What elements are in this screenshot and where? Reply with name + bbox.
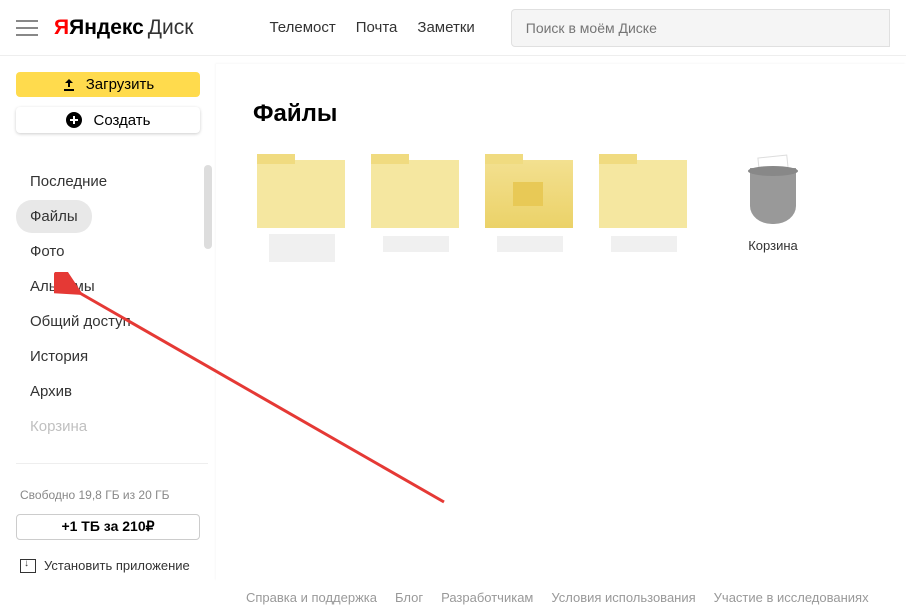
logo-primary: Яндекс — [69, 16, 144, 39]
folder-icon — [595, 160, 691, 262]
sidebar-item-archive[interactable]: Архив — [16, 375, 86, 408]
folder-item[interactable] — [253, 160, 349, 262]
download-icon — [20, 559, 36, 573]
storage-text: Свободно 19,8 ГБ из 20 ГБ — [16, 463, 208, 502]
create-button[interactable]: Создать — [16, 107, 200, 132]
logo[interactable]: ЯЯндекс Диск — [54, 16, 193, 40]
sidebar-item-photo[interactable]: Фото — [16, 235, 78, 268]
header-link-mail[interactable]: Почта — [356, 19, 398, 36]
footer-link-help[interactable]: Справка и поддержка — [246, 590, 377, 605]
search-input[interactable] — [526, 20, 875, 36]
sidebar-item-albums[interactable]: Альбомы — [16, 270, 109, 303]
folder-icon — [481, 160, 577, 262]
folder-item[interactable] — [481, 160, 577, 262]
folder-item[interactable] — [367, 160, 463, 262]
footer: Справка и поддержка Блог Разработчикам У… — [240, 581, 906, 613]
menu-icon[interactable] — [16, 20, 38, 36]
footer-link-blog[interactable]: Блог — [395, 590, 423, 605]
page-title: Файлы — [253, 100, 906, 128]
folder-icon — [367, 160, 463, 262]
header: ЯЯндекс Диск Телемост Почта Заметки — [0, 0, 906, 56]
storage-upgrade-button[interactable]: +1 ТБ за 210₽ — [16, 514, 200, 540]
sidebar-item-recent[interactable]: Последние — [16, 165, 121, 198]
header-links: Телемост Почта Заметки — [269, 19, 474, 36]
sidebar-item-shared[interactable]: Общий доступ — [16, 305, 145, 338]
trash-icon — [744, 160, 802, 228]
sidebar-item-history[interactable]: История — [16, 340, 102, 373]
folder-item[interactable] — [595, 160, 691, 262]
folder-icon — [253, 160, 349, 262]
sidebar: Загрузить Создать Последние Файлы Фото А… — [0, 56, 216, 581]
upload-label: Загрузить — [86, 76, 155, 93]
install-app-label: Установить приложение — [44, 558, 190, 573]
header-link-notes[interactable]: Заметки — [417, 19, 474, 36]
sidebar-nav: Последние Файлы Фото Альбомы Общий досту… — [16, 165, 208, 443]
plus-circle-icon — [65, 111, 83, 129]
footer-link-developers[interactable]: Разработчикам — [441, 590, 533, 605]
install-app-link[interactable]: Установить приложение — [16, 558, 208, 573]
upload-button[interactable]: Загрузить — [16, 72, 200, 97]
main-content: Файлы — [216, 64, 906, 581]
folder-grid: Корзина — [253, 160, 906, 262]
footer-link-terms[interactable]: Условия использования — [551, 590, 695, 605]
create-label: Создать — [93, 112, 150, 129]
sidebar-item-trash[interactable]: Корзина — [16, 410, 101, 443]
logo-secondary: Диск — [148, 16, 194, 40]
footer-link-research[interactable]: Участие в исследованиях — [714, 590, 869, 605]
upload-icon — [62, 78, 76, 92]
trash-item[interactable]: Корзина — [725, 160, 821, 262]
trash-label: Корзина — [748, 238, 798, 253]
sidebar-item-files[interactable]: Файлы — [16, 200, 92, 233]
header-link-telemost[interactable]: Телемост — [269, 19, 335, 36]
search-box[interactable] — [511, 9, 890, 47]
